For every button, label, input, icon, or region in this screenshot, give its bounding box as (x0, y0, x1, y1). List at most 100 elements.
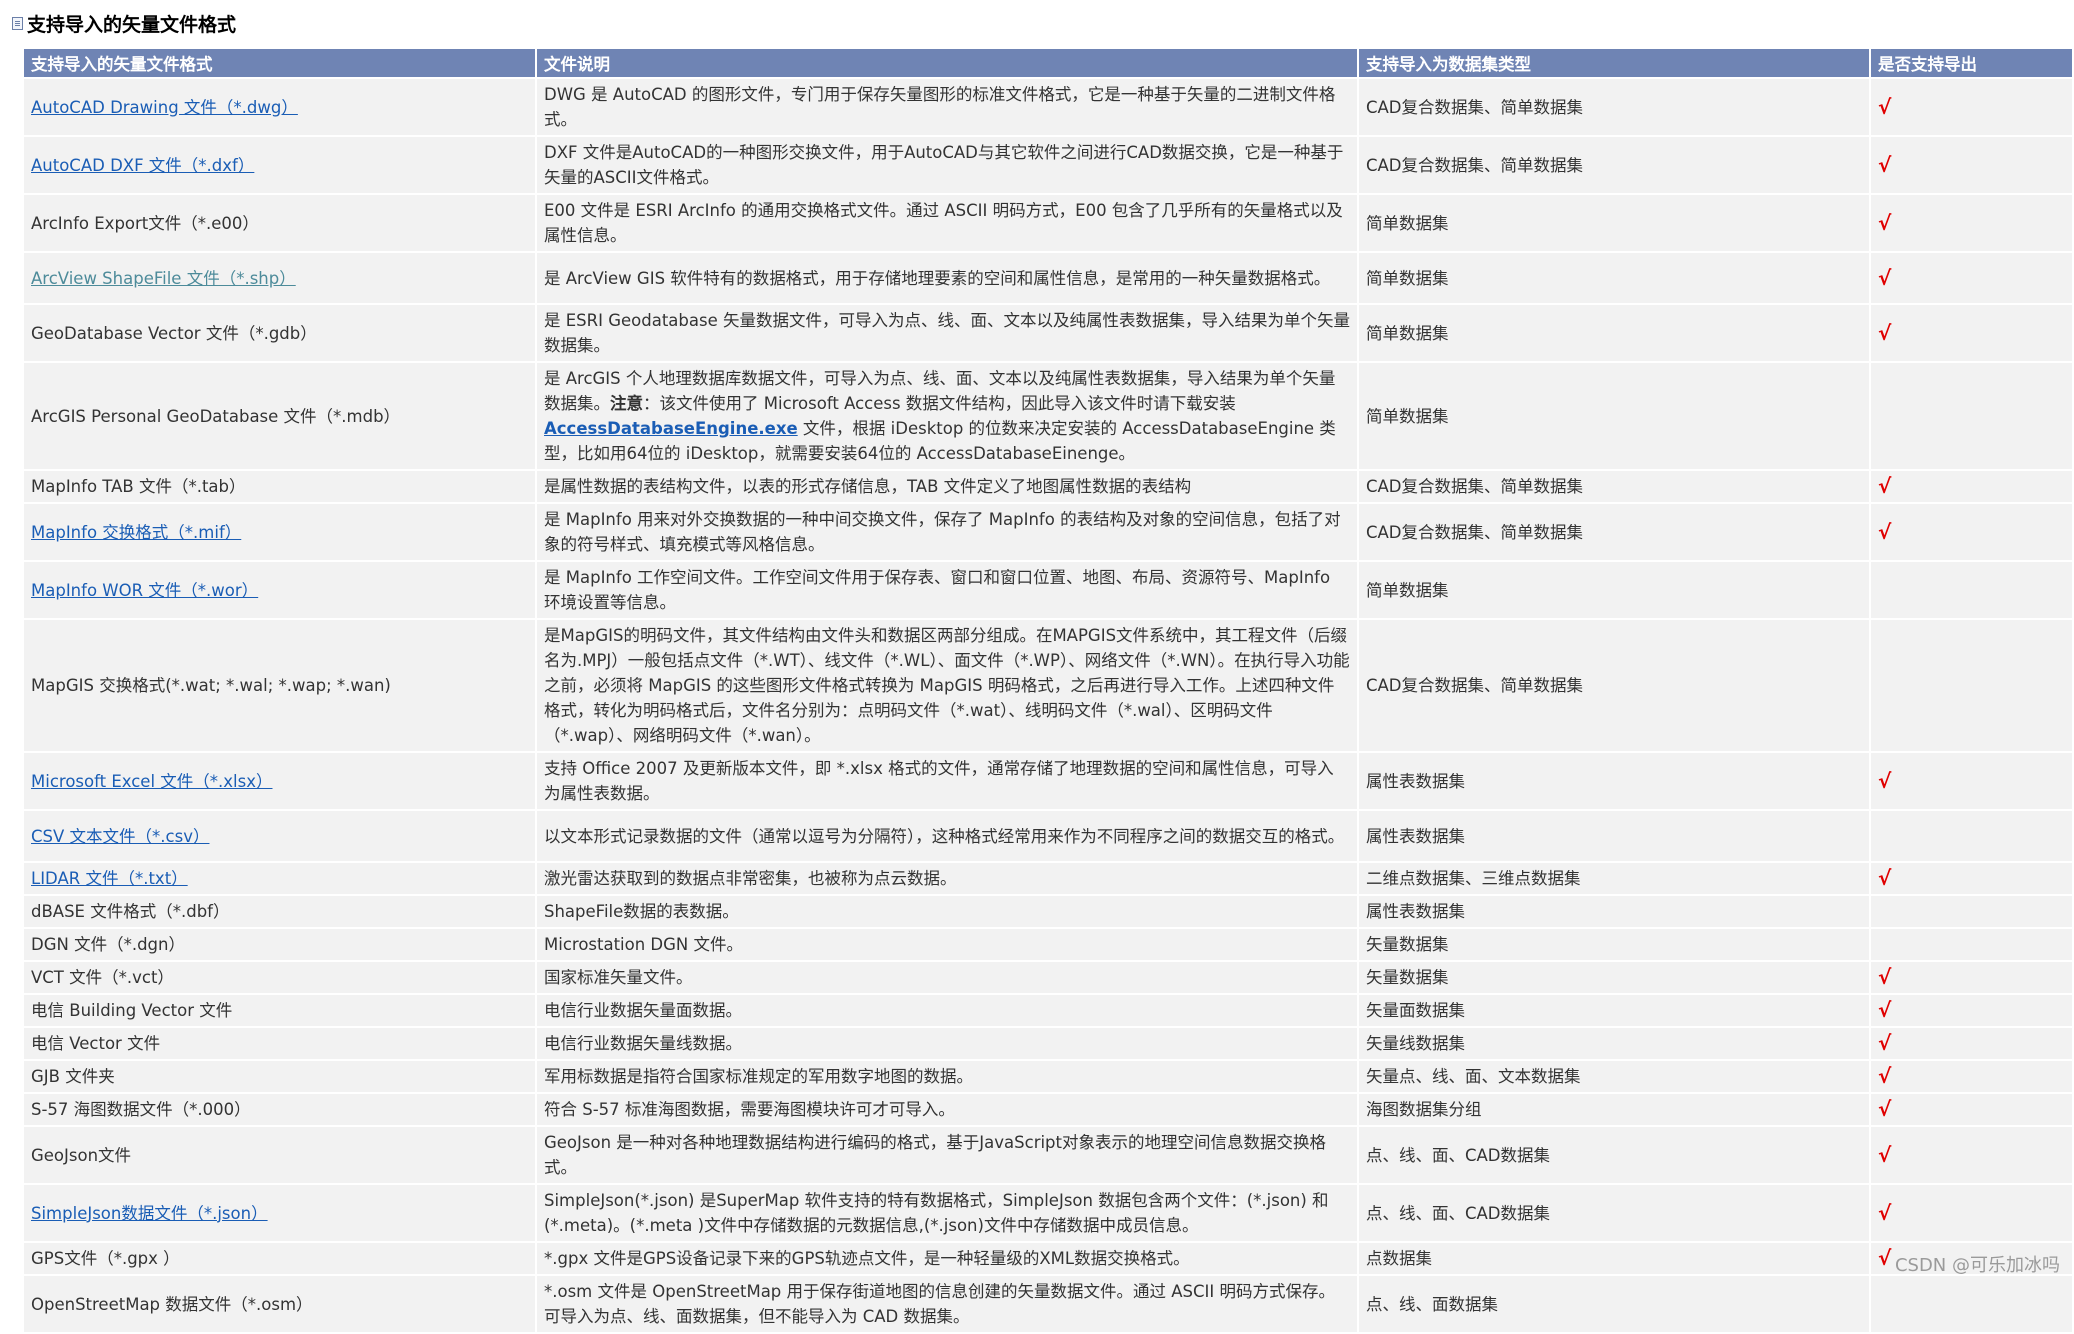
header-row: 支持导入的矢量文件格式 文件说明 支持导入为数据集类型 是否支持导出 (22, 47, 2074, 79)
format-link[interactable]: CSV 文本文件（*.csv） (31, 827, 209, 846)
header-export: 是否支持导出 (1869, 47, 2074, 79)
description-cell: 以文本形式记录数据的文件（通常以逗号为分隔符），这种格式经常用来作为不同程序之间… (535, 809, 1359, 863)
table-row: ArcGIS Personal GeoDatabase 文件（*.mdb） 是 A… (22, 361, 2074, 471)
format-label: MapGIS 交换格式(*.wat; *.wal; *.wap; *.wan) (31, 676, 391, 695)
note-label: 注意 (610, 394, 643, 413)
table-row: MapInfo WOR 文件（*.wor） 是 MapInfo 工作空间文件。工作… (22, 560, 2074, 620)
format-cell: MapInfo 交换格式（*.mif） (22, 502, 537, 562)
dataset-type-cell: CAD复合数据集、简单数据集 (1357, 135, 1871, 195)
format-cell: MapInfo TAB 文件（*.tab） (22, 469, 537, 504)
export-check-icon: √ (1869, 751, 2074, 811)
format-label: VCT 文件（*.vct） (31, 968, 174, 987)
dataset-type-cell: 简单数据集 (1357, 303, 1871, 363)
description-text: 激光雷达获取到的数据点非常密集，也被称为点云数据。 (544, 869, 957, 888)
format-link[interactable]: AutoCAD Drawing 文件（*.dwg） (31, 98, 298, 117)
format-cell: 电信 Building Vector 文件 (22, 993, 537, 1028)
export-check-icon (1869, 361, 2074, 471)
format-label: GJB 文件夹 (31, 1067, 115, 1086)
table-row: Microsoft Excel 文件（*.xlsx） 支持 Office 2007… (22, 751, 2074, 811)
description-text: 是 ESRI Geodatabase 矢量数据文件，可导入为点、线、面、文本以及… (544, 311, 1350, 355)
table-row: LIDAR 文件（*.txt） 激光雷达获取到的数据点非常密集，也被称为点云数据。… (22, 861, 2074, 896)
dataset-type-cell: 矢量面数据集 (1357, 993, 1871, 1028)
description-cell: GeoJson 是一种对各种地理数据结构进行编码的格式，基于JavaScript… (535, 1125, 1359, 1185)
format-label: 电信 Vector 文件 (31, 1034, 161, 1053)
description-cell: ShapeFile数据的表数据。 (535, 894, 1359, 929)
dataset-type-cell: 属性表数据集 (1357, 809, 1871, 863)
dataset-type-cell: 海图数据集分组 (1357, 1092, 1871, 1127)
description-cell: DXF 文件是AutoCAD的一种图形交换文件，用于AutoCAD与其它软件之间… (535, 135, 1359, 195)
table-row: SimpleJson数据文件（*.json） SimpleJson(*.json)… (22, 1183, 2074, 1243)
format-label: GeoJson文件 (31, 1145, 132, 1165)
export-check-icon (1869, 809, 2074, 863)
format-label: DGN 文件（*.dgn） (31, 935, 185, 954)
format-link[interactable]: Microsoft Excel 文件（*.xlsx） (31, 772, 273, 791)
format-cell: DGN 文件（*.dgn） (22, 927, 537, 962)
dataset-type-cell: 简单数据集 (1357, 251, 1871, 305)
page: 支持导入的矢量文件格式 支持导入的矢量文件格式 文件说明 支持导入为数据集类型 … (0, 0, 2074, 1334)
description-text: DWG 是 AutoCAD 的图形文件，专门用于保存矢量图形的标准文件格式，它是… (544, 85, 1336, 129)
description-cell: 支持 Office 2007 及更新版本文件，即 *.xlsx 格式的文件，通常… (535, 751, 1359, 811)
export-check-icon: √ (1869, 1183, 2074, 1243)
dataset-type-cell: 点、线、面数据集 (1357, 1274, 1871, 1334)
dataset-type-cell: 简单数据集 (1357, 193, 1871, 253)
format-cell: CSV 文本文件（*.csv） (22, 809, 537, 863)
format-cell: AutoCAD DXF 文件（*.dxf） (22, 135, 537, 195)
dataset-type-cell: 属性表数据集 (1357, 751, 1871, 811)
dataset-type-cell: 矢量数据集 (1357, 960, 1871, 995)
export-check-icon (1869, 618, 2074, 753)
dataset-type-cell: 简单数据集 (1357, 361, 1871, 471)
export-check-icon: √ (1869, 1125, 2074, 1185)
dataset-type-cell: 矢量数据集 (1357, 927, 1871, 962)
description-text: 军用标数据是指符合国家标准规定的军用数字地图的数据。 (544, 1067, 973, 1086)
format-label: ArcGIS Personal GeoDatabase 文件（*.mdb） (31, 406, 401, 426)
table-row: MapInfo 交换格式（*.mif） 是 MapInfo 用来对外交换数据的一种… (22, 502, 2074, 562)
header-dataset-type: 支持导入为数据集类型 (1357, 47, 1871, 79)
format-link[interactable]: MapInfo 交换格式（*.mif） (31, 523, 241, 542)
description-text: 是属性数据的表结构文件，以表的形式存储信息，TAB 文件定义了地图属性数据的表结… (544, 477, 1192, 496)
description-cell: E00 文件是 ESRI ArcInfo 的通用交换格式文件。通过 ASCII … (535, 193, 1359, 253)
format-link[interactable]: MapInfo WOR 文件（*.wor） (31, 581, 258, 600)
document-icon (12, 16, 23, 30)
description-text: 是MapGIS的明码文件，其文件结构由文件头和数据区两部分组成。在MAPGIS文… (544, 626, 1350, 745)
export-check-icon: √ (1869, 861, 2074, 896)
description-text: 电信行业数据矢量面数据。 (544, 1001, 742, 1020)
format-link[interactable]: AutoCAD DXF 文件（*.dxf） (31, 156, 254, 175)
format-link[interactable]: SimpleJson数据文件（*.json） (31, 1204, 268, 1223)
description-cell: DWG 是 AutoCAD 的图形文件，专门用于保存矢量图形的标准文件格式，它是… (535, 77, 1359, 137)
description-text: 国家标准矢量文件。 (544, 968, 693, 987)
description-cell: SimpleJson(*.json) 是SuperMap 软件支持的特有数据格式… (535, 1183, 1359, 1243)
format-cell: ArcInfo Export文件（*.e00） (22, 193, 537, 253)
note-text: ：该文件使用了 Microsoft Access 数据文件结构，因此导入该文件时… (643, 394, 1236, 413)
format-cell: ArcGIS Personal GeoDatabase 文件（*.mdb） (22, 361, 537, 471)
export-check-icon (1869, 894, 2074, 929)
description-text: *.osm 文件是 OpenStreetMap 用于保存街道地图的信息创建的矢量… (544, 1282, 1336, 1326)
description-cell: 是 MapInfo 用来对外交换数据的一种中间交换文件，保存了 MapInfo … (535, 502, 1359, 562)
format-cell: GPS文件（*.gpx ） (22, 1241, 537, 1276)
format-label: 电信 Building Vector 文件 (31, 1001, 233, 1020)
description-cell: 电信行业数据矢量面数据。 (535, 993, 1359, 1028)
description-cell: 国家标准矢量文件。 (535, 960, 1359, 995)
export-check-icon: √ (1869, 993, 2074, 1028)
table-row: VCT 文件（*.vct） 国家标准矢量文件。 矢量数据集 √ (22, 960, 2074, 995)
table-row: MapGIS 交换格式(*.wat; *.wal; *.wap; *.wan) 是… (22, 618, 2074, 753)
download-link[interactable]: AccessDatabaseEngine.exe (544, 419, 798, 438)
table-row: 电信 Vector 文件 电信行业数据矢量线数据。 矢量线数据集 √ (22, 1026, 2074, 1061)
format-link[interactable]: LIDAR 文件（*.txt） (31, 869, 188, 888)
description-cell: 电信行业数据矢量线数据。 (535, 1026, 1359, 1061)
table-row: OpenStreetMap 数据文件（*.osm） *.osm 文件是 OpenS… (22, 1274, 2074, 1334)
format-cell: Microsoft Excel 文件（*.xlsx） (22, 751, 537, 811)
description-text: *.gpx 文件是GPS设备记录下来的GPS轨迹点文件，是一种轻量级的XML数据… (544, 1249, 1190, 1268)
export-check-icon: √ (1869, 469, 2074, 504)
dataset-type-cell: CAD复合数据集、简单数据集 (1357, 502, 1871, 562)
table-header: 支持导入的矢量文件格式 文件说明 支持导入为数据集类型 是否支持导出 (22, 47, 2074, 79)
table-row: CSV 文本文件（*.csv） 以文本形式记录数据的文件（通常以逗号为分隔符），这… (22, 809, 2074, 863)
format-link[interactable]: ArcView ShapeFile 文件（*.shp） (31, 269, 296, 288)
description-text: 电信行业数据矢量线数据。 (544, 1034, 742, 1053)
format-label: MapInfo TAB 文件（*.tab） (31, 477, 246, 496)
export-check-icon: √ (1869, 193, 2074, 253)
export-check-icon: √ (1869, 303, 2074, 363)
export-check-icon: √ (1869, 251, 2074, 305)
dataset-type-cell: 矢量线数据集 (1357, 1026, 1871, 1061)
description-cell: 是 MapInfo 工作空间文件。工作空间文件用于保存表、窗口和窗口位置、地图、… (535, 560, 1359, 620)
description-text: Microstation DGN 文件。 (544, 935, 744, 954)
